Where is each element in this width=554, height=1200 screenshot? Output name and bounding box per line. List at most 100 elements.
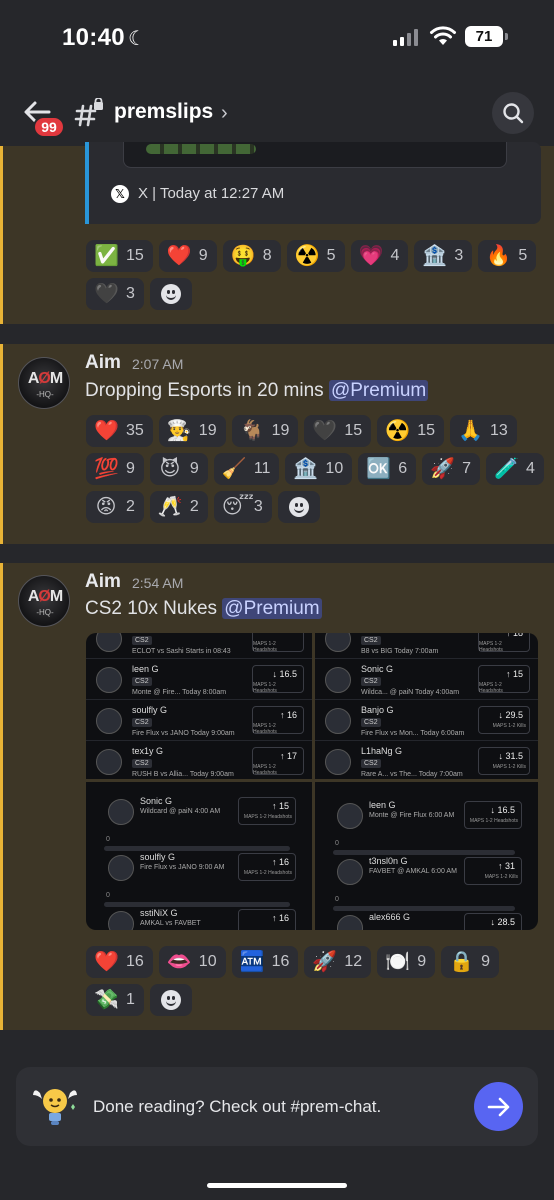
reaction-chip[interactable]: 🥂 2 <box>149 491 208 523</box>
reaction-count: 6 <box>398 460 408 477</box>
line-value: ↑ 18 <box>505 633 523 638</box>
channel-name[interactable]: premslips <box>114 100 213 124</box>
cellular-signal-icon <box>393 29 418 46</box>
player-photo <box>108 911 134 930</box>
line-stat: MAPS 1-2 Headshots <box>253 641 277 653</box>
reaction-bar: ❤️ 35 👨‍🍳 19 🐐 19 🖤 15 ☢️ 15 🙏 13 💯 9 😈 9 🧹 11 🏦 10 🆗 6 🚀 7 🧪 4 😡 2… <box>86 415 546 523</box>
link-embed[interactable]: 𝕏 X | Today at 12:27 AM <box>85 142 541 224</box>
reaction-chip[interactable]: ❤️ 16 <box>86 946 153 978</box>
player-photo <box>337 915 363 930</box>
line-value: ↑ 15 <box>271 801 289 811</box>
player-photo <box>108 799 134 825</box>
attachment-image-2[interactable]: npl GCS2B8 vs BIG Today 7:00am↑ 18MAPS 1… <box>315 633 538 779</box>
role-mention[interactable]: @Premium <box>222 598 322 619</box>
reaction-chip[interactable]: 🆗 6 <box>358 453 417 485</box>
moon-icon: ☾ <box>128 28 146 50</box>
game-tag: CS2 <box>132 636 152 645</box>
game-tag: CS2 <box>132 718 152 727</box>
pick-row: npl GCS2B8 vs BIG Today 7:00am↑ 18MAPS 1… <box>315 633 538 659</box>
reaction-chip[interactable]: 💯 9 <box>86 453 144 485</box>
reaction-chip[interactable]: 💸 1 <box>86 984 144 1016</box>
reaction-count: 7 <box>462 460 472 477</box>
reaction-chip[interactable]: 😈 9 <box>149 453 208 485</box>
reaction-chip[interactable]: 🏦 10 <box>285 453 353 485</box>
reaction-chip[interactable]: 🚀 7 <box>422 453 481 485</box>
reaction-chip[interactable]: 🖤 15 <box>304 415 372 447</box>
reaction-chip[interactable]: 🖤 3 <box>86 278 144 310</box>
progress-zero-label: 0 <box>335 896 339 903</box>
reaction-emoji-icon: ❤️ <box>166 245 192 267</box>
reaction-chip[interactable]: 🔒 9 <box>441 946 499 978</box>
reaction-chip[interactable]: 🙏 13 <box>449 415 517 447</box>
reaction-chip[interactable]: 💗 4 <box>350 240 409 272</box>
line-stat: MAPS 1-2 Headshots <box>253 764 277 776</box>
line-stat: MAPS 1-2 Kills <box>492 723 526 729</box>
add-reaction-icon <box>288 497 309 517</box>
player-name: Sonic G <box>361 664 394 674</box>
reaction-emoji-icon: 🖤 <box>312 420 338 442</box>
reaction-chip[interactable]: ☢️ 15 <box>377 415 444 447</box>
message-3: AØM -HQ- Aim 2:54 AM CS2 10x Nukes @Premi… <box>0 563 554 1030</box>
reaction-chip[interactable]: 👄 10 <box>158 946 226 978</box>
reaction-count: 4 <box>526 460 535 477</box>
line-value: ↑ 16 <box>279 710 297 720</box>
reaction-count: 16 <box>126 953 144 970</box>
embed-image[interactable] <box>123 142 507 168</box>
go-to-channel-button[interactable] <box>474 1082 523 1131</box>
avatar[interactable]: AØM -HQ- <box>18 575 70 627</box>
pick-row: Banjo G CS2 Fire Flux vs Mon... Today 6:00… <box>315 701 538 741</box>
reaction-chip[interactable]: 🍽️ 9 <box>377 946 436 978</box>
home-indicator[interactable] <box>207 1183 347 1188</box>
reaction-chip[interactable]: 🤑 8 <box>222 240 281 272</box>
avatar[interactable]: AØM -HQ- <box>18 357 70 409</box>
player-photo <box>325 633 351 652</box>
message-2: AØM -HQ- Aim 2:07 AM Dropping Esports in … <box>0 344 554 544</box>
match-info: ECLOT vs Sashi Starts in 08:43 <box>132 648 231 655</box>
reaction-count: 4 <box>390 247 400 264</box>
reaction-chip[interactable]: ❤️ 9 <box>158 240 217 272</box>
line-stat: MAPS 1-2 Kills <box>492 764 526 770</box>
add-reaction-icon <box>160 990 181 1010</box>
pick-row: leen G CS2 Monte @ Fire... Today 8:00am ↓ 1… <box>86 660 312 700</box>
reaction-count: 19 <box>271 422 290 439</box>
reaction-chip[interactable]: 🧹 11 <box>213 453 280 485</box>
reaction-emoji-icon: 🤑 <box>230 245 256 267</box>
line-value: ↑ 17 <box>279 751 297 761</box>
line-value: ↑ 15 <box>505 669 523 679</box>
reaction-chip[interactable]: 🔥 5 <box>478 240 537 272</box>
reaction-chip[interactable]: 🏧 16 <box>231 946 299 978</box>
reaction-chip[interactable]: 🚀 12 <box>304 946 372 978</box>
reaction-chip[interactable]: ❤️ 35 <box>86 415 153 447</box>
reaction-chip[interactable]: 👨‍🍳 19 <box>158 415 226 447</box>
reaction-emoji-icon: ✅ <box>94 245 119 267</box>
reaction-count: 13 <box>489 422 508 439</box>
match-info: Fire Flux vs JANO 9:00 AM <box>140 864 225 871</box>
reaction-chip[interactable]: 🧪 4 <box>486 453 544 485</box>
match-info: Monte @ Fire Flux 6:00 AM <box>369 812 455 819</box>
pick-row: soulfly G Fire Flux vs JANO 9:00 AM ↑ 16 MA… <box>86 848 312 894</box>
add-reaction-button[interactable] <box>277 491 320 523</box>
author-name[interactable]: Aim <box>85 352 121 374</box>
pick-row: L1haNg G CS2 Rare A... vs The... Today 7:0… <box>315 742 538 779</box>
chevron-right-icon[interactable]: › <box>221 102 228 125</box>
reaction-chip[interactable]: ☢️ 5 <box>286 240 345 272</box>
reaction-chip[interactable]: 🏦 3 <box>414 240 473 272</box>
attachment-image-4[interactable]: leen G Monte @ Fire Flux 6:00 AM ↓ 16.5 MAP… <box>315 782 538 930</box>
player-name: sstiNiX G <box>140 908 178 918</box>
reaction-chip[interactable]: 🐐 19 <box>231 415 299 447</box>
add-reaction-button[interactable] <box>149 278 192 310</box>
attachment-image-1[interactable]: CS2 ECLOT vs Sashi Starts in 08:43 MAPS 1-… <box>86 633 312 779</box>
reaction-emoji-icon: 🧹 <box>221 458 247 480</box>
add-reaction-button[interactable] <box>149 984 192 1016</box>
search-button[interactable] <box>492 92 534 134</box>
author-name[interactable]: Aim <box>85 571 121 593</box>
attachment-image-3[interactable]: Sonic G Wildcard @ paiN 4:00 AM ↑ 15 MAPS 1… <box>86 782 312 930</box>
reaction-chip[interactable]: ✅ 15 <box>86 240 153 272</box>
search-icon <box>503 103 524 124</box>
reaction-emoji-icon: 🔥 <box>486 245 512 267</box>
role-mention[interactable]: @Premium <box>328 380 429 401</box>
reaction-chip[interactable]: 😴 3 <box>213 491 272 523</box>
match-info: Wildca... @ paiN Today 4:00am <box>361 689 460 696</box>
reaction-chip[interactable]: 😡 2 <box>86 491 144 523</box>
read-prompt-banner[interactable]: Done reading? Check out #prem-chat. <box>16 1067 538 1146</box>
